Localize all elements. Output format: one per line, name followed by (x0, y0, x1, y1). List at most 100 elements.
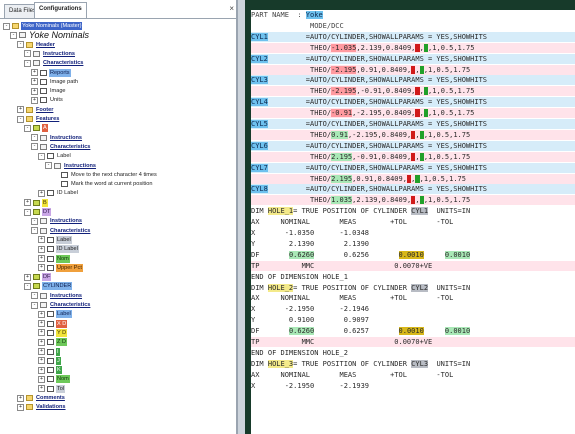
code-line[interactable]: CYL4 =AUTO/CYLINDER,SHOWALLPARAMS = YES,… (251, 97, 575, 108)
tree-node[interactable]: + X D (38, 319, 68, 328)
tree-node-label[interactable]: Instructions (63, 162, 97, 170)
tree-node-label[interactable]: Characteristics (49, 143, 91, 151)
expand-icon[interactable]: + (38, 264, 45, 272)
expand-icon[interactable]: + (38, 366, 45, 374)
expand-icon[interactable]: + (38, 310, 45, 318)
code-line[interactable]: THEO/0.91,-2.195,0.8409,0,0,1,0.5,1.75 (251, 129, 575, 140)
tree-node-label[interactable]: Features (35, 115, 60, 123)
tree-node[interactable]: + I (38, 347, 60, 356)
collapse-icon[interactable]: - (24, 124, 31, 132)
collapse-icon[interactable]: - (17, 41, 24, 49)
tree-node-label[interactable]: A (42, 124, 48, 133)
code-line[interactable]: AX NOMINAL MEAS +TOL -TOL (251, 293, 575, 303)
tree-node[interactable]: + K (38, 366, 62, 375)
code-line[interactable]: TP MMC 0.0070+VE (251, 260, 575, 271)
collapse-icon[interactable]: - (31, 134, 38, 142)
collapse-icon[interactable]: - (24, 282, 31, 290)
expand-icon[interactable]: + (38, 385, 45, 393)
code-line[interactable]: X -2.1950 -2.1946 (251, 304, 575, 314)
code-line[interactable]: DF 0.6260 0.6256 0.0010 0.0010 (251, 250, 575, 260)
tree-node-label[interactable]: Mark the word at current position (70, 180, 153, 188)
tree-node-label[interactable]: Instructions (49, 217, 83, 225)
expand-icon[interactable]: + (38, 320, 45, 328)
collapse-icon[interactable]: - (10, 31, 17, 39)
code-line[interactable]: CYL3 =AUTO/CYLINDER,SHOWALLPARAMS = YES,… (251, 75, 575, 86)
collapse-icon[interactable]: - (31, 301, 38, 309)
tab-configurations[interactable]: Configurations (34, 2, 87, 18)
tree-node[interactable]: + J (38, 356, 61, 365)
collapse-icon[interactable]: - (31, 143, 38, 151)
code-line[interactable]: PART NAME : Yoke (251, 10, 575, 20)
tree-node[interactable]: - DT (24, 208, 52, 216)
expand-icon[interactable]: + (17, 106, 24, 114)
tree-node[interactable]: - Instructions (45, 162, 97, 170)
tree-node-label[interactable]: ID Label (56, 245, 79, 254)
code-line[interactable]: THEO/-0.91,-2.195,0.8409,0,0,1,0.5,1.75 (251, 108, 575, 119)
tree-node[interactable]: + Comments (17, 394, 66, 402)
tree-node-label[interactable]: Tol (56, 384, 66, 393)
tree-node[interactable]: - Instructions (31, 292, 83, 300)
expand-icon[interactable]: + (31, 78, 38, 86)
tree-node-label[interactable]: Label (56, 152, 72, 160)
tree-node-label[interactable]: CYLINDER (42, 282, 73, 291)
code-editor[interactable]: PART NAME : Yoke MODE/DCC CYL1 =AUTO/CYLI… (251, 10, 575, 434)
tree-node-label[interactable]: ID Label (56, 189, 79, 197)
tree-node[interactable]: + Validations (17, 403, 67, 411)
tree-node-label[interactable]: Characteristics (42, 59, 84, 67)
code-line[interactable]: X -1.0350 -1.0348 (251, 228, 575, 238)
tree-node[interactable]: - Characteristics (31, 143, 91, 151)
tree-node[interactable]: - Instructions (24, 50, 76, 58)
collapse-icon[interactable]: - (3, 22, 10, 30)
code-line[interactable]: THEO/-2.195,0.91,0.8409,0,0,1,0.5,1.75 (251, 64, 575, 75)
tree-node-label[interactable]: Validations (35, 403, 67, 411)
tree-node-label[interactable]: Image path (49, 78, 79, 86)
tree-node[interactable]: + B (24, 198, 48, 207)
code-line[interactable]: Y 2.1390 2.1390 (251, 239, 575, 249)
tree-node-label[interactable]: Image (49, 87, 67, 95)
collapse-icon[interactable]: - (31, 292, 38, 300)
code-line[interactable]: MODE/DCC (251, 21, 575, 31)
tree-node-label[interactable]: Footer (35, 106, 54, 114)
tree-node[interactable]: - Instructions (31, 217, 83, 225)
collapse-icon[interactable]: - (31, 217, 38, 225)
code-line[interactable]: Y 0.9100 0.9097 (251, 315, 575, 325)
collapse-icon[interactable]: - (24, 208, 31, 216)
tree-node[interactable]: + Z D (38, 338, 68, 347)
tree-node-label[interactable]: Characteristics (49, 301, 91, 309)
code-line[interactable]: CYL8 =AUTO/CYLINDER,SHOWALLPARAMS = YES,… (251, 184, 575, 195)
code-line[interactable]: THEO/2.195,-0.91,0.8409,0,0,1,0.5,1.75 (251, 151, 575, 162)
tree-node[interactable]: - Features (17, 115, 60, 123)
tree-node-label[interactable]: Header (35, 41, 56, 49)
tree-node-label[interactable]: DT (42, 208, 52, 216)
tree-node[interactable]: - Characteristics (31, 301, 91, 309)
expand-icon[interactable]: + (38, 245, 45, 253)
tree-node-label[interactable]: B (42, 198, 48, 207)
close-icon[interactable]: × (229, 4, 234, 14)
tree-node-label[interactable]: Nom (56, 375, 70, 384)
tree-node[interactable]: - Yoke Nominals (Master) (3, 22, 83, 30)
code-line[interactable]: DIM HOLE_3= TRUE POSITION OF CYLINDER CY… (251, 359, 575, 369)
code-line[interactable]: CYL2 =AUTO/CYLINDER,SHOWALLPARAMS = YES,… (251, 53, 575, 64)
tree-node-label[interactable]: Yoke Nominals (28, 31, 90, 40)
expand-icon[interactable]: + (17, 394, 24, 402)
code-line[interactable]: CYL6 =AUTO/CYLINDER,SHOWALLPARAMS = YES,… (251, 140, 575, 151)
tree-node-label[interactable]: Units (49, 96, 64, 104)
tree-node[interactable]: + Reports (31, 68, 71, 77)
tree-node[interactable]: + Image (31, 87, 67, 95)
code-line[interactable]: AX NOMINAL MEAS +TOL -TOL (251, 370, 575, 380)
tree-node-label[interactable]: Z D (56, 338, 68, 347)
tree-node-label[interactable]: Y D (56, 328, 68, 337)
tree-node[interactable]: + ID Label (38, 189, 79, 197)
tree-node-label[interactable]: Characteristics (49, 227, 91, 235)
expand-icon[interactable]: + (38, 255, 45, 262)
code-line[interactable]: DIM HOLE_2= TRUE POSITION OF CYLINDER CY… (251, 283, 575, 293)
expand-icon[interactable]: + (24, 199, 31, 207)
code-line[interactable]: DF 0.6260 0.6257 0.0010 0.0010 (251, 326, 575, 336)
tree-node[interactable]: - Yoke Nominals (10, 31, 90, 40)
code-line[interactable]: END OF DIMENSION HOLE_2 (251, 348, 575, 358)
tree-node[interactable]: + Y D (38, 328, 68, 337)
tree-node-label[interactable]: X D (56, 319, 68, 328)
code-line[interactable]: THEO/1.035,2.139,0.8409,0,0,1,0.5,1.75 (251, 195, 575, 206)
tree-node-label[interactable]: I (56, 347, 60, 356)
expand-icon[interactable]: + (24, 273, 31, 281)
